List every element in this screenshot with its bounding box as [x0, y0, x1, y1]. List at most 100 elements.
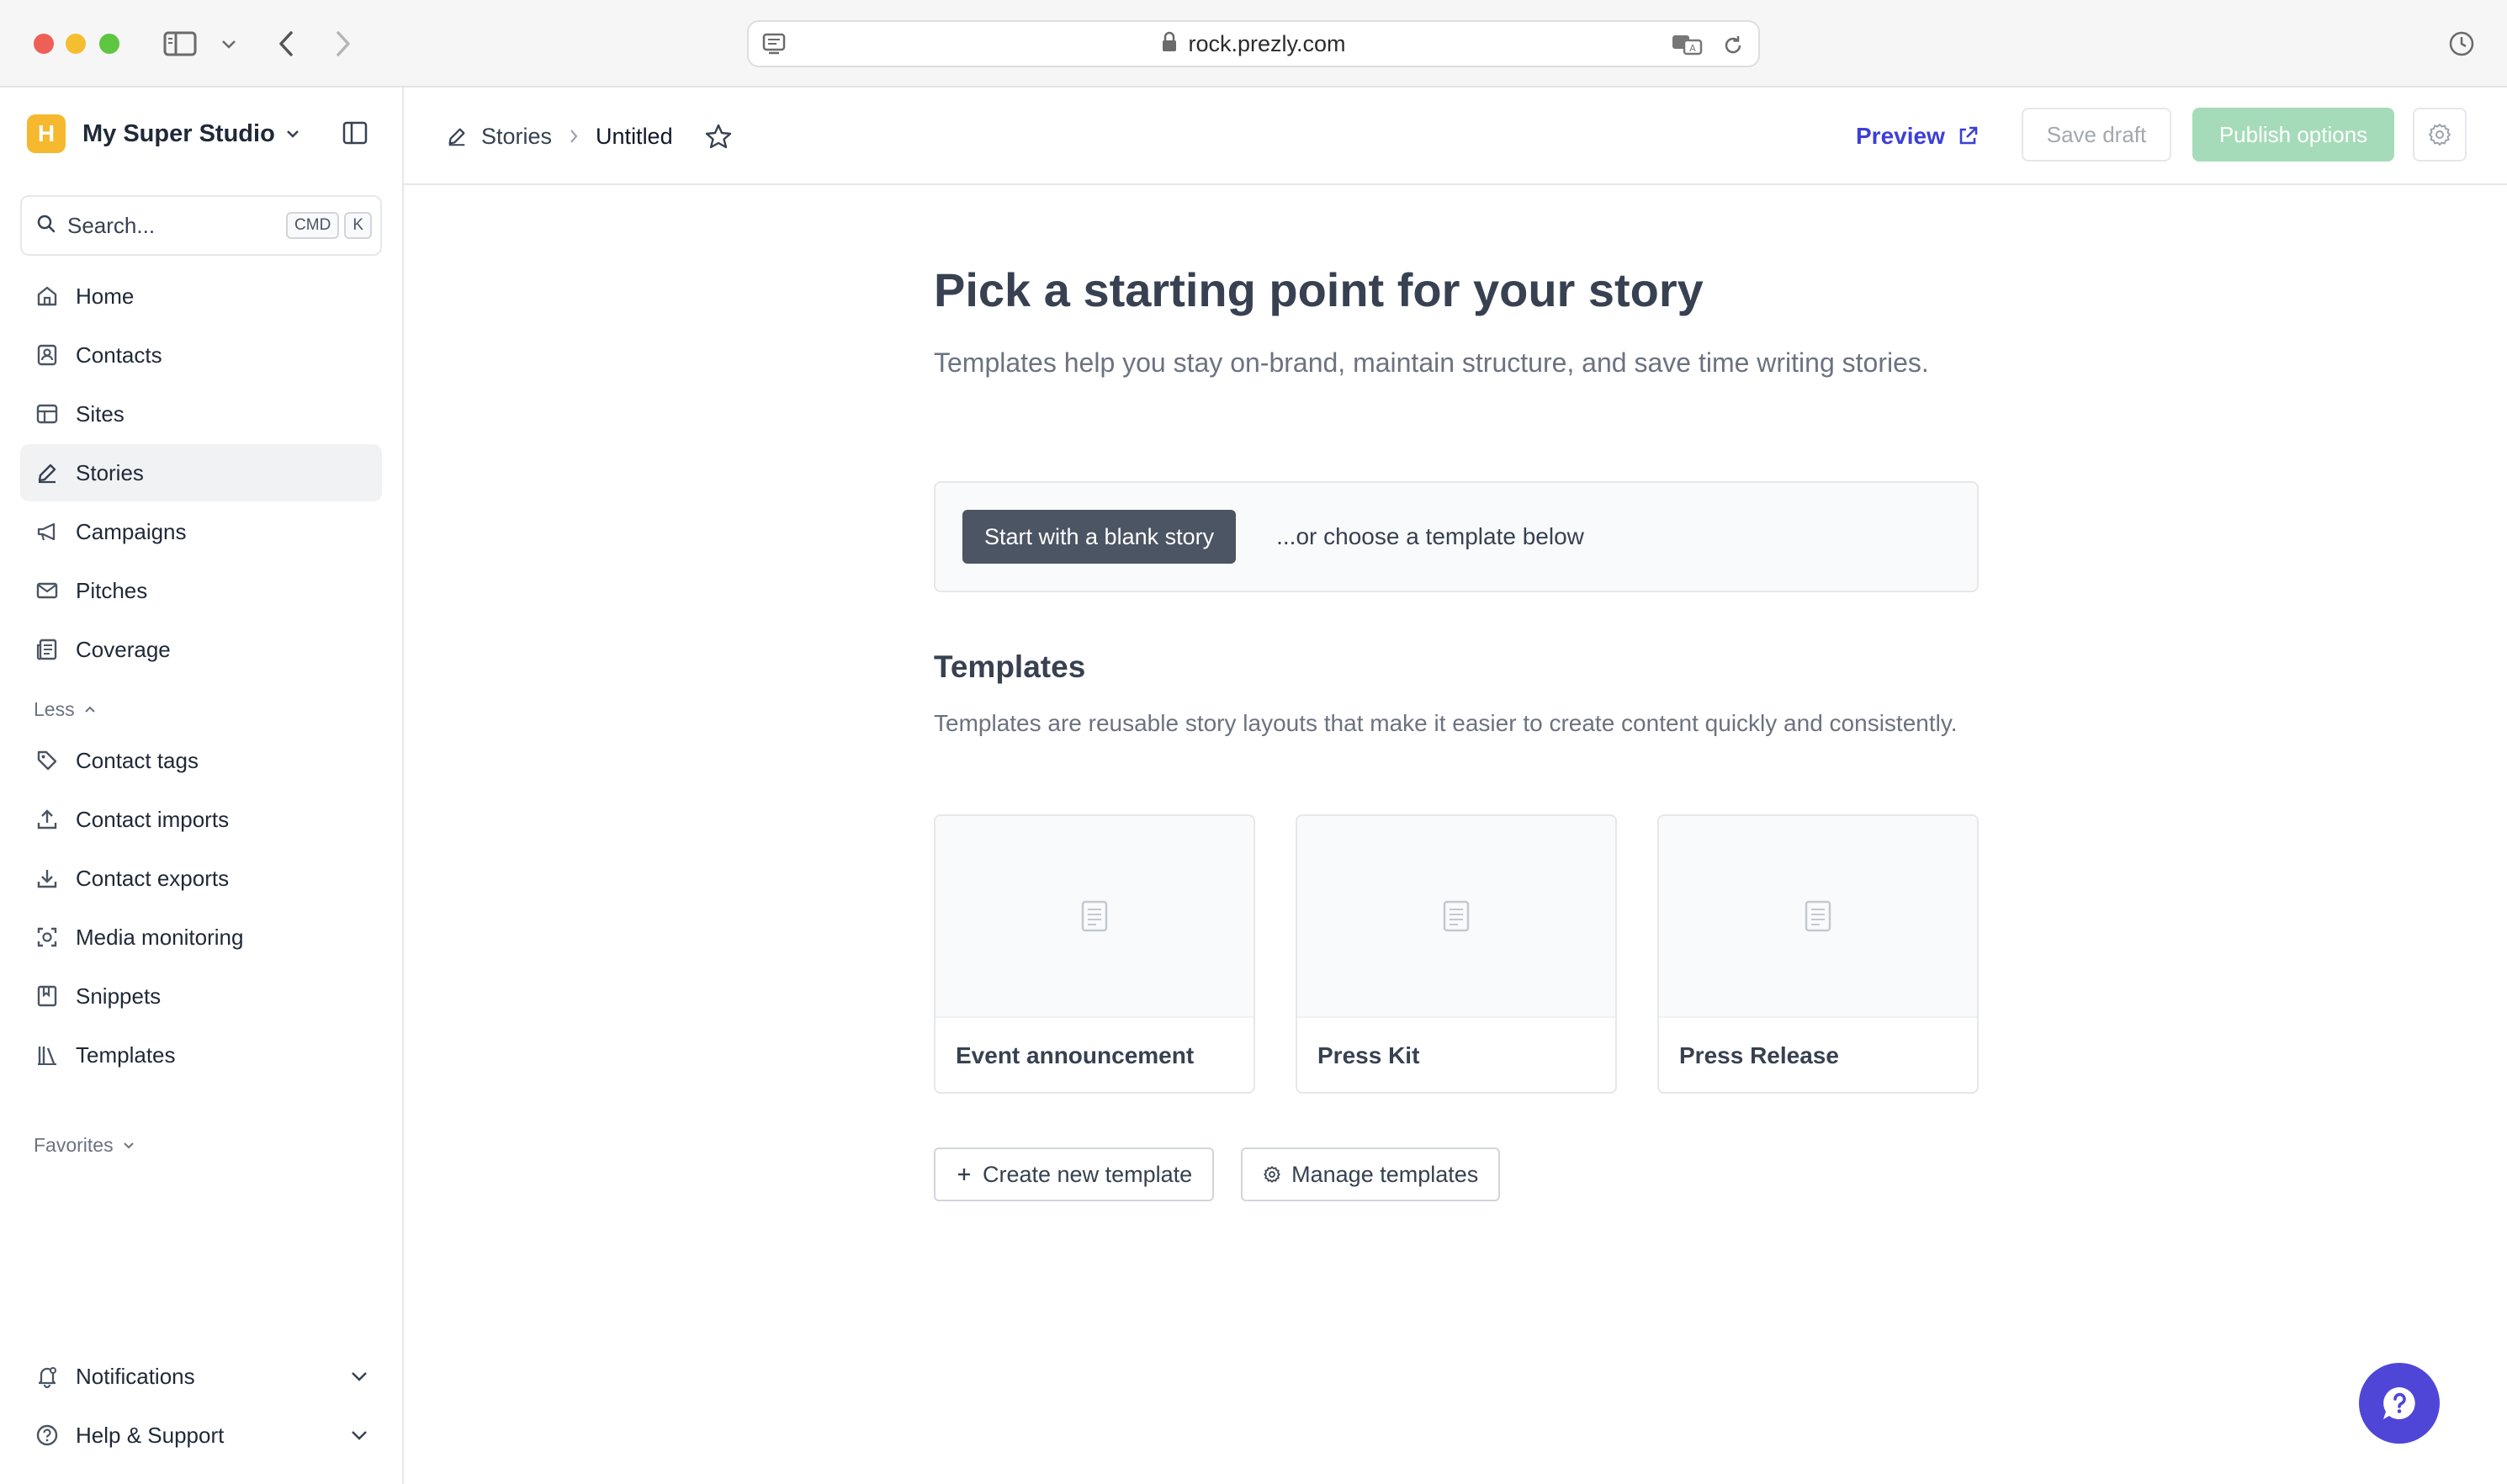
editor-header: Stories Untitled Preview Save draft Publ…	[404, 87, 2507, 185]
help-chat-button[interactable]	[2359, 1363, 2440, 1444]
blank-story-panel: Start with a blank story ...or choose a …	[934, 481, 1979, 592]
sidebar-item-contacts[interactable]: Contacts	[20, 326, 382, 384]
sidebar-item-coverage[interactable]: Coverage	[20, 621, 382, 678]
template-thumbnail	[1297, 816, 1615, 1018]
page-title: Pick a starting point for your story	[934, 263, 1704, 316]
minimize-window-button[interactable]	[66, 34, 86, 54]
home-icon	[34, 283, 61, 310]
templates-heading: Templates	[934, 649, 1086, 684]
less-toggle[interactable]: Less	[20, 688, 97, 730]
page-menu-icon[interactable]	[761, 30, 787, 61]
star-icon[interactable]	[705, 123, 732, 150]
sidebar-item-campaigns[interactable]: Campaigns	[20, 503, 382, 560]
gear-icon	[1264, 1166, 1280, 1183]
chevron-down-icon	[123, 1142, 134, 1149]
sidebar: H My Super Studio Search... CMD K Home C…	[0, 87, 404, 1484]
template-thumbnail	[1659, 816, 1977, 1018]
chevron-down-icon[interactable]	[210, 25, 247, 62]
notifications-label: Notifications	[76, 1363, 195, 1389]
start-blank-story-button[interactable]: Start with a blank story	[962, 510, 1237, 564]
collapse-sidebar-icon[interactable]	[338, 116, 372, 150]
template-card-press-release[interactable]: Press Release	[1657, 814, 1979, 1094]
manage-templates-button[interactable]: Manage templates	[1241, 1147, 1501, 1201]
template-name: Press Kit	[1317, 1042, 1420, 1068]
browser-sidebar-icon[interactable]	[162, 25, 199, 62]
breadcrumb-stories-link[interactable]: Stories	[481, 124, 552, 150]
sidebar-item-label: Contact exports	[76, 865, 230, 891]
sites-icon	[34, 400, 61, 427]
document-icon	[1443, 900, 1470, 932]
megaphone-icon	[34, 518, 61, 545]
templates-description: Templates are reusable story layouts tha…	[934, 710, 1958, 736]
help-bubble-icon	[2383, 1387, 2415, 1419]
reload-icon[interactable]	[1721, 34, 1745, 61]
close-window-button[interactable]	[34, 34, 54, 54]
sidebar-item-contact-tags[interactable]: Contact tags	[20, 732, 382, 789]
forward-icon[interactable]	[325, 25, 362, 62]
history-icon[interactable]	[2443, 25, 2480, 62]
sidebar-item-label: Coverage	[76, 636, 171, 662]
manage-templates-label: Manage templates	[1291, 1161, 1479, 1187]
translate-icon[interactable]: A	[1671, 32, 1704, 61]
maximize-window-button[interactable]	[99, 34, 119, 54]
sidebar-item-snippets[interactable]: Snippets	[20, 967, 382, 1025]
address-bar[interactable]: rock.prezly.com A	[747, 20, 1760, 67]
create-new-template-button[interactable]: Create new template	[934, 1147, 1215, 1201]
help-support-label: Help & Support	[76, 1422, 225, 1448]
sidebar-item-templates[interactable]: Templates	[20, 1026, 382, 1084]
search-placeholder: Search...	[67, 212, 156, 238]
browser-toolbar: rock.prezly.com A	[0, 0, 2507, 87]
template-name: Event announcement	[956, 1042, 1195, 1068]
template-card-event-announcement[interactable]: Event announcement	[934, 814, 1255, 1094]
sidebar-item-label: Stories	[76, 459, 144, 485]
workspace-name: My Super Studio	[82, 119, 275, 147]
sidebar-item-label: Contact imports	[76, 806, 230, 832]
shortcut-key: K	[344, 212, 372, 239]
shortcut-key: CMD	[286, 212, 340, 239]
bell-icon	[34, 1363, 61, 1390]
sidebar-item-contact-imports[interactable]: Contact imports	[20, 791, 382, 848]
favorites-toggle[interactable]: Favorites	[20, 1124, 135, 1166]
search-input[interactable]: Search... CMD K	[20, 195, 382, 256]
notifications-item[interactable]: Notifications	[20, 1348, 382, 1405]
less-label: Less	[34, 697, 75, 720]
workspace-switcher[interactable]: H My Super Studio	[27, 113, 300, 155]
choose-template-hint: ...or choose a template below	[1276, 523, 1584, 549]
chevron-down-icon	[285, 129, 300, 139]
save-draft-button[interactable]: Save draft	[2022, 108, 2171, 162]
template-card-press-kit[interactable]: Press Kit	[1296, 814, 1617, 1094]
sidebar-item-label: Contacts	[76, 342, 162, 368]
search-icon	[37, 215, 56, 237]
plus-icon	[958, 1169, 970, 1180]
envelope-icon	[34, 577, 61, 604]
create-template-label: Create new template	[983, 1161, 1193, 1187]
sidebar-item-stories[interactable]: Stories	[20, 444, 382, 501]
story-title[interactable]: Untitled	[596, 124, 673, 150]
newspaper-icon	[34, 636, 61, 663]
favorites-label: Favorites	[34, 1133, 114, 1156]
back-icon[interactable]	[268, 25, 305, 62]
pencil-icon	[34, 459, 61, 486]
page-subtitle: Templates help you stay on-brand, mainta…	[934, 347, 1929, 378]
story-settings-button[interactable]	[2413, 108, 2467, 162]
sidebar-item-contact-exports[interactable]: Contact exports	[20, 850, 382, 907]
gear-icon	[2429, 124, 2451, 146]
preview-label: Preview	[1856, 123, 1945, 149]
sidebar-item-media-monitoring[interactable]: Media monitoring	[20, 909, 382, 966]
template-card-list: Event announcement Press Kit Press Relea…	[934, 814, 1979, 1094]
help-circle-icon	[34, 1422, 61, 1449]
url-text: rock.prezly.com	[1188, 30, 1346, 56]
sidebar-item-label: Contact tags	[76, 747, 199, 773]
preview-button[interactable]: Preview	[1856, 113, 1979, 160]
sidebar-item-sites[interactable]: Sites	[20, 385, 382, 443]
sidebar-item-home[interactable]: Home	[20, 268, 382, 325]
sidebar-item-pitches[interactable]: Pitches	[20, 562, 382, 619]
document-icon	[1081, 900, 1108, 932]
publish-options-button[interactable]: Publish options	[2192, 108, 2394, 162]
monitoring-icon	[34, 924, 61, 951]
template-name: Press Release	[1679, 1042, 1839, 1068]
help-support-item[interactable]: Help & Support	[20, 1407, 382, 1464]
breadcrumb: Stories Untitled	[446, 87, 732, 185]
chevron-down-icon	[350, 1429, 368, 1441]
chevron-right-icon	[569, 128, 579, 145]
